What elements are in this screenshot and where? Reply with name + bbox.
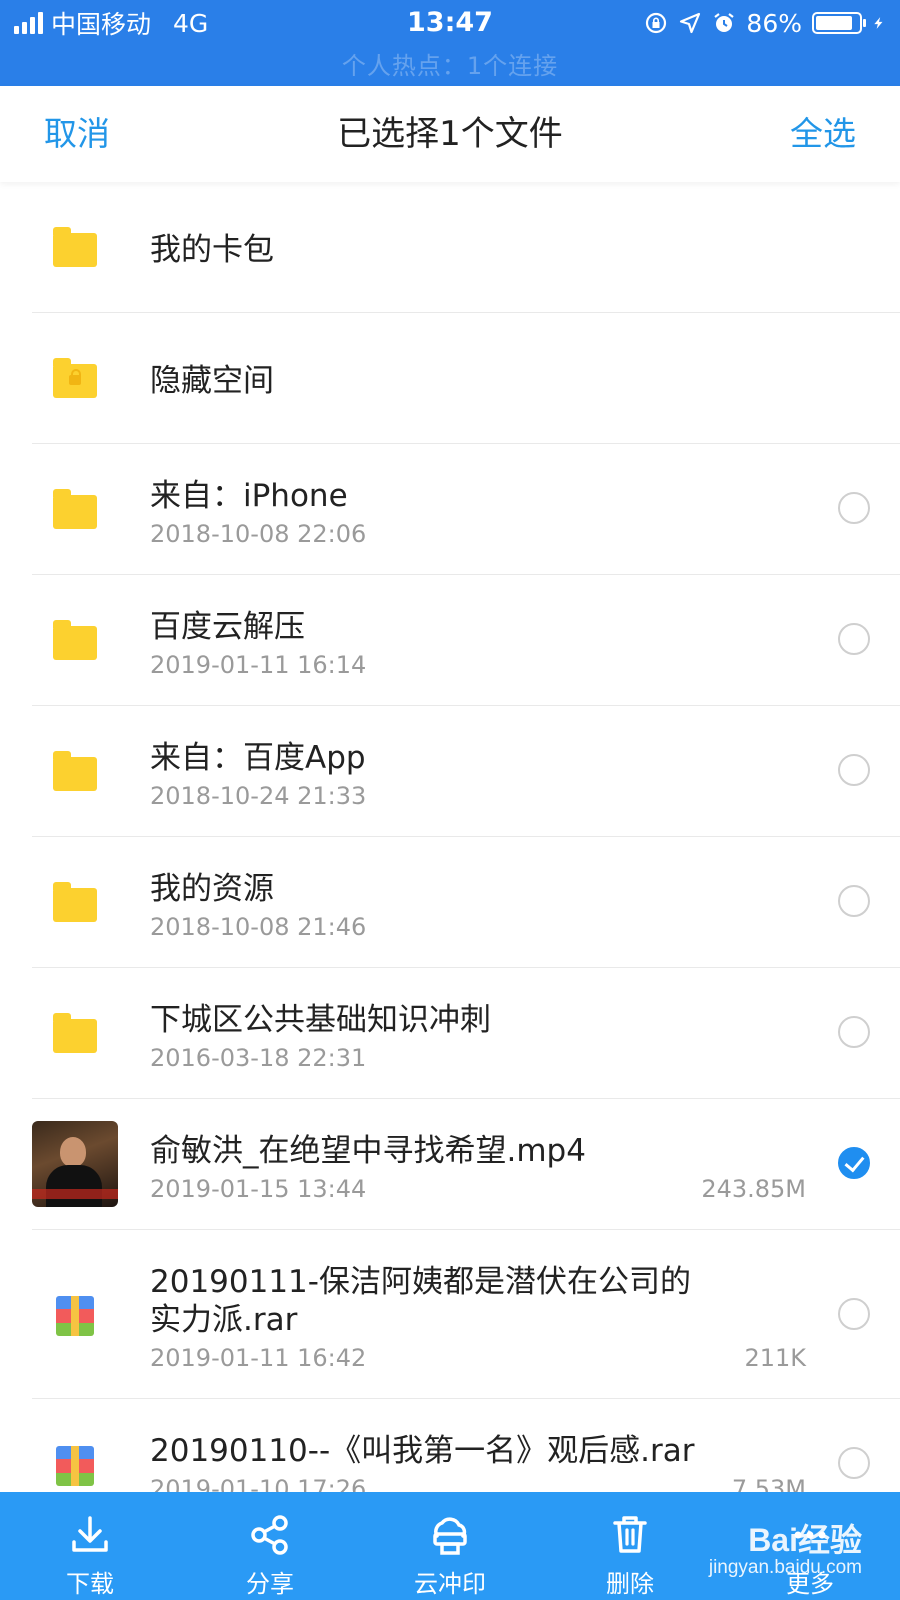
download-button[interactable]: 下载 [20, 1492, 160, 1600]
file-row[interactable]: 我的资源 2018-10-08 21:46 [32, 837, 900, 968]
file-size: 243.85M [701, 1175, 806, 1203]
charging-icon [874, 17, 883, 29]
video-thumbnail [32, 1121, 118, 1207]
delete-button[interactable]: 删除 [560, 1492, 700, 1600]
file-row[interactable]: 百度云解压 2019-01-11 16:14 [32, 575, 900, 706]
toolbar-label: 删除 [606, 1570, 654, 1598]
file-name: 俞敏洪_在绝望中寻找希望.mp4 [150, 1133, 586, 1169]
file-size: 211K [744, 1344, 806, 1372]
select-checkbox[interactable] [838, 492, 870, 524]
file-name: 隐藏空间 [150, 363, 274, 399]
watermark-url: jingyan.baidu.com [708, 1557, 862, 1578]
select-checkbox[interactable] [838, 885, 870, 917]
file-name: 来自：百度App [150, 740, 366, 776]
select-checkbox[interactable] [838, 754, 870, 786]
file-name: 百度云解压 [150, 609, 305, 645]
file-name: 20190110--《叫我第一名》观后感.rar [150, 1433, 695, 1469]
select-checkbox[interactable] [838, 1298, 870, 1330]
select-checkbox-checked[interactable] [838, 1147, 870, 1179]
toolbar-label: 分享 [246, 1570, 294, 1598]
orientation-lock-icon [646, 12, 667, 34]
download-icon [72, 1516, 108, 1552]
file-name: 来自：iPhone [150, 478, 348, 514]
status-right: 86% [644, 6, 886, 40]
file-name-line2: 实力派.rar [150, 1302, 298, 1338]
locked-folder-icon [53, 358, 97, 398]
folder-icon [53, 1013, 97, 1053]
battery-percent: 86% [746, 8, 802, 38]
folder-icon [53, 227, 97, 267]
file-row[interactable]: 下城区公共基础知识冲刺 2016-03-18 22:31 [32, 968, 900, 1099]
location-icon [680, 12, 701, 34]
select-all-button[interactable]: 全选 [790, 86, 856, 182]
watermark-brand: Bai经验 [748, 1522, 862, 1558]
file-row[interactable]: 隐藏空间 [32, 313, 900, 444]
toolbar-label: 云冲印 [414, 1570, 486, 1598]
file-row[interactable]: 我的卡包 [32, 182, 900, 313]
hotspot-banner[interactable]: 个人热点：1个连接 [0, 46, 900, 81]
rar-archive-icon [56, 1446, 94, 1486]
file-row[interactable]: 来自：iPhone 2018-10-08 22:06 [32, 444, 900, 575]
share-icon [251, 1515, 288, 1555]
baidu-jingyan-watermark: Bai经验 jingyan.baidu.com [682, 1497, 862, 1593]
file-row[interactable]: 俞敏洪_在绝望中寻找希望.mp4 2019-01-15 13:44 243.85… [32, 1099, 900, 1230]
file-list: 我的卡包 隐藏空间 来自：iPhone 2018-10-08 22:06 百度云… [0, 182, 900, 1530]
status-bar: 中国移动 4G 13:47 86% 个人热点：1个连接 [0, 0, 900, 86]
battery-icon [812, 12, 866, 34]
file-date: 2018-10-08 22:06 [150, 520, 367, 548]
file-row[interactable]: 来自：百度App 2018-10-24 21:33 [32, 706, 900, 837]
trash-icon [613, 1516, 647, 1553]
file-date: 2019-01-15 13:44 [150, 1175, 367, 1203]
share-button[interactable]: 分享 [200, 1492, 340, 1600]
toolbar-label: 下载 [66, 1570, 114, 1598]
nav-bar: 取消 已选择1个文件 全选 [0, 86, 900, 182]
folder-icon [53, 882, 97, 922]
folder-icon [53, 620, 97, 660]
folder-icon [53, 489, 97, 529]
cloud-print-button[interactable]: 云冲印 [380, 1492, 520, 1600]
cloud-print-icon [433, 1517, 467, 1555]
file-name: 我的资源 [150, 871, 274, 907]
file-row[interactable]: 20190111-保洁阿姨都是潜伏在公司的 实力派.rar 2019-01-11… [32, 1230, 900, 1399]
file-name: 我的卡包 [150, 232, 274, 268]
alarm-icon [714, 13, 735, 32]
page-title: 已选择1个文件 [337, 114, 563, 154]
select-checkbox[interactable] [838, 1447, 870, 1479]
file-date: 2018-10-08 21:46 [150, 913, 367, 941]
file-date: 2016-03-18 22:31 [150, 1044, 367, 1072]
file-date: 2019-01-11 16:42 [150, 1344, 367, 1372]
rar-archive-icon [56, 1296, 94, 1336]
folder-icon [53, 751, 97, 791]
file-name: 下城区公共基础知识冲刺 [150, 1002, 491, 1038]
select-checkbox[interactable] [838, 623, 870, 655]
file-date: 2018-10-24 21:33 [150, 782, 367, 810]
select-checkbox[interactable] [838, 1016, 870, 1048]
file-date: 2019-01-11 16:14 [150, 651, 367, 679]
